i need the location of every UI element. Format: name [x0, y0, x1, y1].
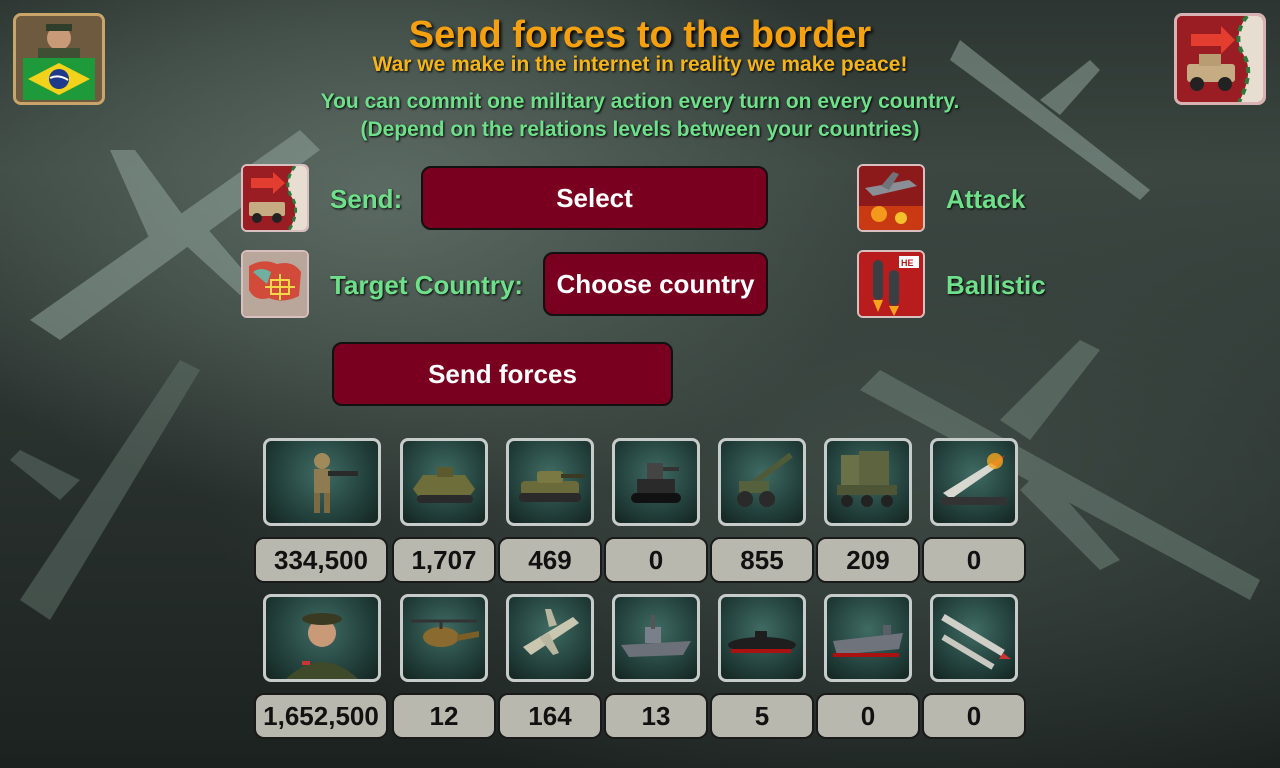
icbm-launcher-icon[interactable]	[930, 438, 1018, 526]
choose-country-select[interactable]: Choose country	[543, 252, 768, 316]
target-country-icon[interactable]	[241, 250, 309, 318]
count-apc: 1,707	[392, 537, 496, 583]
count-jets: 164	[498, 693, 602, 739]
count-officers: 1,652,500	[254, 693, 388, 739]
count-warships: 13	[604, 693, 708, 739]
soldier-icon[interactable]	[263, 438, 381, 526]
aircraft-carrier-icon[interactable]	[824, 594, 912, 682]
count-soldiers: 334,500	[254, 537, 388, 583]
count-artillery: 855	[710, 537, 814, 583]
helicopter-icon[interactable]	[400, 594, 488, 682]
send-label: Send:	[330, 184, 403, 214]
missiles-icon[interactable]	[930, 594, 1018, 682]
officer-icon[interactable]	[263, 594, 381, 682]
fighter-jet-icon[interactable]	[506, 594, 594, 682]
map-target-icon	[243, 252, 307, 316]
attack-label[interactable]: Attack	[946, 184, 1025, 215]
ballistic-missile-icon: HE	[859, 252, 923, 316]
count-missile-trucks: 209	[816, 537, 920, 583]
count-carriers: 0	[816, 693, 920, 739]
send-forces-button[interactable]: Send forces	[332, 342, 673, 406]
page-title: Send forces to the border	[408, 14, 872, 56]
tank-icon[interactable]	[506, 438, 594, 526]
count-robots: 0	[604, 537, 708, 583]
apc-icon[interactable]	[400, 438, 488, 526]
count-submarines: 5	[710, 693, 814, 739]
info-line-2: (Depend on the relations levels between …	[360, 118, 920, 141]
missile-launcher-truck-icon[interactable]	[824, 438, 912, 526]
send-unit-icon[interactable]	[241, 164, 309, 232]
attack-icon	[859, 166, 923, 230]
count-helicopters: 12	[392, 693, 496, 739]
page-subtitle: War we make in the internet in reality w…	[372, 53, 908, 76]
count-missiles: 0	[922, 693, 1026, 739]
warship-icon[interactable]	[612, 594, 700, 682]
submarine-icon[interactable]	[718, 594, 806, 682]
count-icbm: 0	[922, 537, 1026, 583]
info-line-1: You can commit one military action every…	[320, 90, 960, 113]
border-vehicle-icon	[243, 166, 307, 230]
ballistic-button-icon[interactable]: HE	[857, 250, 925, 318]
target-country-label: Target Country:	[330, 270, 524, 300]
robot-vehicle-icon[interactable]	[612, 438, 700, 526]
artillery-icon[interactable]	[718, 438, 806, 526]
count-tanks: 469	[498, 537, 602, 583]
ballistic-label[interactable]: Ballistic	[946, 270, 1046, 301]
send-unit-select[interactable]: Select	[421, 166, 768, 230]
svg-text:HE: HE	[901, 258, 914, 268]
attack-button-icon[interactable]	[857, 164, 925, 232]
